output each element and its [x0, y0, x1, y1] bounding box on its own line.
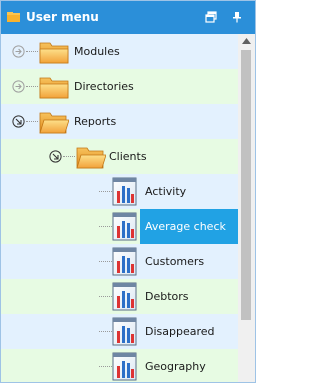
folder-icon — [39, 42, 69, 64]
tree-item-label: Reports — [74, 115, 117, 128]
folder-open-icon — [76, 147, 106, 169]
report-icon — [112, 177, 137, 206]
tree-item-clients[interactable]: Clients — [1, 139, 238, 174]
collapse-arrow-icon[interactable] — [49, 150, 62, 163]
tree-item-geography[interactable]: Geography — [1, 349, 238, 382]
tree-item-label: Average check — [145, 220, 226, 233]
tree-connector — [26, 121, 38, 122]
tree-connector — [99, 191, 112, 192]
report-icon — [112, 352, 137, 381]
tree-item-directories[interactable]: Directories — [1, 69, 238, 104]
menu-tree: Modules Directories Reports Clients Acti… — [1, 34, 238, 382]
vertical-scrollbar[interactable] — [238, 34, 255, 382]
tree-item-modules[interactable]: Modules — [1, 34, 238, 69]
tree-item-activity[interactable]: Activity — [1, 174, 238, 209]
restore-window-icon[interactable] — [204, 10, 218, 24]
tree-item-debtors[interactable]: Debtors — [1, 279, 238, 314]
folder-open-icon — [39, 112, 69, 134]
tree-item-label: Modules — [74, 45, 120, 58]
tree-item-label: Clients — [109, 150, 147, 163]
tree-item-average-check[interactable]: Average check — [1, 209, 238, 244]
tree-item-label: Debtors — [145, 290, 189, 303]
user-menu-panel: User menu Modules Directories Reports Cl… — [0, 0, 256, 383]
report-icon — [112, 317, 137, 346]
tree-item-label: Activity — [145, 185, 187, 198]
tree-item-reports[interactable]: Reports — [1, 104, 238, 139]
tree-connector — [26, 86, 38, 87]
expand-arrow-icon[interactable] — [12, 80, 25, 93]
tree-item-disappeared[interactable]: Disappeared — [1, 314, 238, 349]
tree-item-label: Disappeared — [145, 325, 215, 338]
tree-connector — [63, 156, 75, 157]
tree-connector — [99, 261, 112, 262]
panel-title: User menu — [26, 10, 99, 24]
folder-icon — [7, 12, 20, 22]
tree-connector — [99, 226, 112, 227]
report-icon — [112, 282, 137, 311]
tree-item-label: Directories — [74, 80, 134, 93]
tree-item-label: Customers — [145, 255, 205, 268]
tree-item-customers[interactable]: Customers — [1, 244, 238, 279]
folder-icon — [39, 77, 69, 99]
tree-connector — [99, 331, 112, 332]
report-icon — [112, 212, 137, 241]
tree-connector — [99, 366, 112, 367]
expand-arrow-icon[interactable] — [12, 45, 25, 58]
tree-connector — [26, 51, 38, 52]
tree-item-label: Geography — [145, 360, 206, 373]
collapse-arrow-icon[interactable] — [12, 115, 25, 128]
pin-icon[interactable] — [230, 10, 244, 24]
report-icon — [112, 247, 137, 276]
tree-connector — [99, 296, 112, 297]
scroll-up-arrow-icon[interactable] — [242, 38, 251, 44]
scrollbar-thumb[interactable] — [241, 50, 251, 320]
panel-titlebar: User menu — [1, 1, 255, 34]
